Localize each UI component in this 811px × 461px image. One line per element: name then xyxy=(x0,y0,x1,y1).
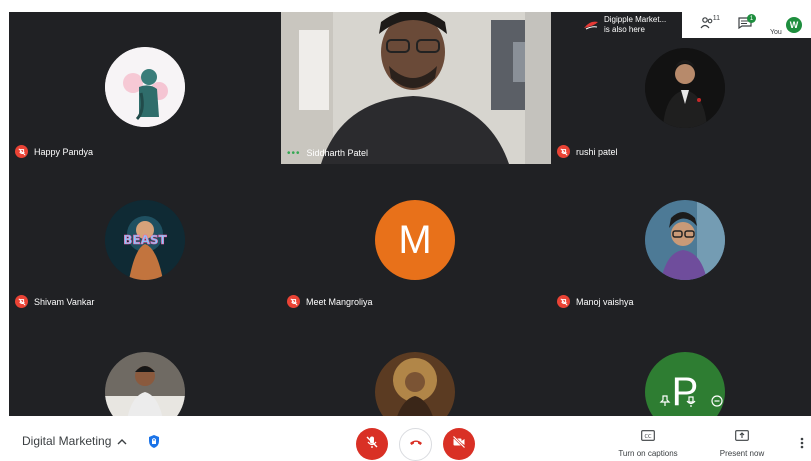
participant-tile: Manoj vaishya xyxy=(551,164,811,314)
muted-mic-icon xyxy=(15,295,28,308)
participant-name: Happy Pandya xyxy=(34,146,94,157)
microphone-toggle-button[interactable] xyxy=(356,428,388,460)
participant-tile xyxy=(9,314,281,416)
meeting-stage: Happy Pandya ••• Siddharth Patel rushi p… xyxy=(0,0,811,416)
leave-call-button[interactable] xyxy=(399,428,432,461)
participant-nameplate: Shivam Vankar xyxy=(15,295,94,308)
more-options-icon[interactable] xyxy=(800,436,804,454)
participant-name: Siddharth Patel xyxy=(306,148,369,158)
tile-hover-controls xyxy=(659,394,723,407)
people-count-badge: 11 xyxy=(712,15,720,22)
participant-tile: Happy Pandya xyxy=(9,12,281,164)
camera-toggle-button[interactable] xyxy=(443,428,475,460)
participant-name: Manoj vaishya xyxy=(576,296,634,307)
participant-name: rushi patel xyxy=(576,146,618,157)
svg-text:BEAST: BEAST xyxy=(123,233,167,247)
participant-tile: P xyxy=(551,314,811,416)
closed-captions-icon: CC xyxy=(641,428,655,446)
self-account[interactable]: You W xyxy=(768,12,808,38)
muted-mic-icon xyxy=(557,145,570,158)
chat-count-badge: 1 xyxy=(747,14,756,23)
participant-nameplate: rushi patel xyxy=(557,145,618,158)
participant-tile: BEAST Shivam Vankar xyxy=(9,164,281,314)
participant-name: Meet Mangroliya xyxy=(306,296,373,307)
chevron-up-icon xyxy=(117,432,127,450)
participant-grid: Happy Pandya ••• Siddharth Patel rushi p… xyxy=(9,12,811,416)
people-button[interactable]: 11 xyxy=(690,12,724,38)
participant-tile xyxy=(281,314,551,416)
participant-avatar xyxy=(105,47,185,127)
meeting-details-button[interactable]: Digital Marketing xyxy=(22,432,127,450)
speaking-indicator-icon: ••• xyxy=(287,147,301,159)
app-logo-icon xyxy=(582,18,600,32)
participant-nameplate: Manoj vaishya xyxy=(557,295,634,308)
remove-participant-icon[interactable] xyxy=(711,394,723,407)
pin-icon[interactable] xyxy=(659,394,671,406)
avatar-initial: M xyxy=(398,217,432,262)
you-label: You xyxy=(770,29,782,36)
muted-mic-icon xyxy=(15,145,28,158)
camera-off-icon xyxy=(452,435,466,454)
muted-mic-icon xyxy=(557,295,570,308)
meeting-title: Digital Marketing xyxy=(22,434,112,448)
muted-mic-icon xyxy=(287,295,300,308)
participant-nameplate: Meet Mangroliya xyxy=(287,295,373,308)
top-right-bar: Digipple Market... is also here 11 1 You… xyxy=(578,12,811,38)
participant-avatar xyxy=(105,352,185,416)
participant-name: Shivam Vankar xyxy=(34,296,95,307)
bottom-control-bar: Digital Marketing CC Turn on captions Pr… xyxy=(0,416,811,461)
hang-up-icon xyxy=(409,435,423,454)
presence-notice[interactable]: Digipple Market... is also here xyxy=(578,12,682,38)
participant-avatar xyxy=(645,200,725,280)
participant-initial-avatar: M xyxy=(375,200,455,280)
participant-avatar xyxy=(645,48,725,128)
participant-tile-video: ••• Siddharth Patel xyxy=(281,12,551,164)
participant-nameplate: Happy Pandya xyxy=(15,145,93,158)
avatar-initial: P xyxy=(671,369,699,414)
participant-video-feed xyxy=(281,12,551,164)
present-screen-icon xyxy=(735,428,749,446)
notice-line-2: is also here xyxy=(604,25,645,34)
participant-tile: M Meet Mangroliya xyxy=(281,164,551,314)
mute-participant-icon[interactable] xyxy=(685,394,697,407)
chat-button[interactable]: 1 xyxy=(728,12,762,38)
self-avatar: W xyxy=(786,17,802,33)
notice-line-1: Digipple Market... xyxy=(604,15,667,24)
participant-avatar: BEAST xyxy=(105,200,185,280)
shield-lock-icon[interactable] xyxy=(147,434,161,454)
participant-avatar xyxy=(375,352,455,416)
mic-off-icon xyxy=(365,435,379,454)
svg-text:CC: CC xyxy=(645,434,652,440)
participant-nameplate: ••• Siddharth Patel xyxy=(287,148,368,158)
